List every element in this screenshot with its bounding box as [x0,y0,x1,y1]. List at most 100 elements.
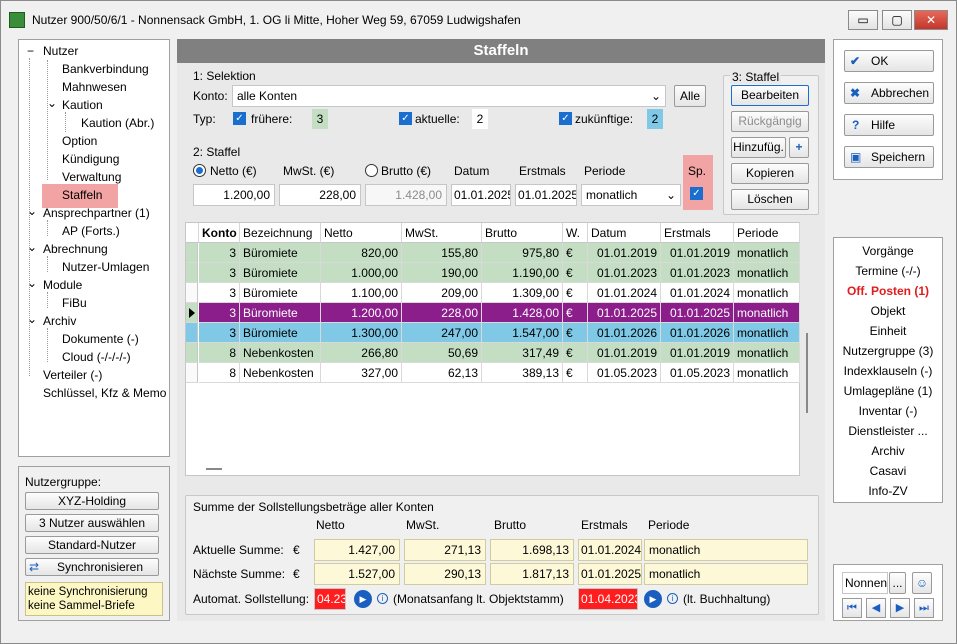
tree-item-schluessel[interactable]: Schlüssel, Kfz & Memo [43,386,166,400]
tree-item-kaution[interactable]: Kaution [62,98,103,112]
tree-item-nutzer-umlagen[interactable]: Nutzer-Umlagen [62,260,149,274]
col-waehrung[interactable]: W. [563,223,588,243]
tree-item-fibu[interactable]: FiBu [62,296,87,310]
col-datum[interactable]: Datum [588,223,661,243]
tree-item-kaution-abr[interactable]: Kaution (Abr.) [81,116,154,130]
col-konto[interactable]: Konto [199,223,240,243]
link-termine[interactable]: Termine (-/-) [834,264,942,278]
info-icon[interactable]: i [667,593,678,604]
standard-user-button[interactable]: Standard-Nutzer [25,536,159,554]
user-icon[interactable]: ☺ [912,572,932,594]
tree-item-staffeln[interactable]: Staffeln [62,188,102,202]
row-selector[interactable] [186,363,198,383]
tree-item-cloud[interactable]: Cloud (-/-/-/-) [62,350,131,364]
abbrechen-button[interactable]: ✖ Abbrechen [844,82,934,104]
col-netto[interactable]: Netto [321,223,402,243]
netto-input[interactable]: 1.200,00 [193,184,275,206]
netto-radio[interactable] [193,164,206,177]
table-row[interactable]: 8 Nebenkosten 327,00 62,13 389,13 €01.05.2023… [186,363,800,383]
tree-expander-module[interactable]: ⌄ [27,276,37,290]
tree-expander-nutzer[interactable]: − [27,44,34,58]
datum-input[interactable]: 01.01.2025 [451,184,511,206]
tree-item-mahnwesen[interactable]: Mahnwesen [62,80,127,94]
link-objekt[interactable]: Objekt [834,304,942,318]
play-icon[interactable]: ▶ [644,590,662,608]
alle-button[interactable]: Alle [674,85,706,107]
select-users-button[interactable]: 3 Nutzer auswählen [25,514,159,532]
col-brutto[interactable]: Brutto [482,223,563,243]
rueckgaengig-button[interactable]: Rückgängig [731,111,809,132]
maximize-button[interactable]: ▢ [882,10,912,30]
link-inventar[interactable]: Inventar (-) [834,404,942,418]
minimize-button[interactable]: ▭ [848,10,878,30]
brutto-radio[interactable] [365,164,378,177]
tree-item-archiv[interactable]: Archiv [43,314,76,328]
link-einheit[interactable]: Einheit [834,324,942,338]
table-row[interactable]: 3 Büromiete 1.100,00 209,00 1.309,00 €01.01.2… [186,283,800,303]
col-bezeichnung[interactable]: Bezeichnung [240,223,321,243]
tree-item-option[interactable]: Option [62,134,97,148]
tree-item-ansprechpartner[interactable]: Ansprechpartner (1) [43,206,150,220]
row-selector[interactable] [186,323,198,343]
tree-item-module[interactable]: Module [43,278,82,292]
link-indexklauseln[interactable]: Indexklauseln (-) [834,364,942,378]
col-periode[interactable]: Periode [734,223,800,243]
ok-button[interactable]: ✔ OK [844,50,934,72]
tree-item-verteiler[interactable]: Verteiler (-) [43,368,102,382]
group-xyz-button[interactable]: XYZ-Holding [25,492,159,510]
aktuelle-checkbox[interactable]: ✓ [399,112,412,125]
erstmals-input[interactable]: 01.01.2025 [515,184,577,206]
tree-item-kuendigung[interactable]: Kündigung [62,152,119,166]
table-row[interactable]: 3 Büromiete 820,00 155,80 975,80 €01.01.2019 0… [186,243,800,263]
col-mwst[interactable]: MwSt. [402,223,482,243]
link-info-zv[interactable]: Info-ZV [834,484,942,498]
tree-expander-abrechnung[interactable]: ⌄ [27,240,37,254]
row-selector[interactable] [186,303,198,323]
speichern-button[interactable]: ▣ Speichern [844,146,934,168]
table-row[interactable]: 3 Büromiete 1.000,00 190,00 1.190,00 €01.01.2… [186,263,800,283]
fruehere-checkbox[interactable]: ✓ [233,112,246,125]
link-nutzergruppe-3[interactable]: Nutzergruppe (3) [834,344,942,358]
row-selector[interactable] [186,263,198,283]
kopieren-button[interactable]: Kopieren [731,163,809,184]
sync-button[interactable]: ⇄ Synchronisieren [25,558,159,576]
horizontal-scrollbar[interactable] [206,468,222,470]
brutto-input[interactable]: 1.428,00 [365,184,447,206]
link-casavi[interactable]: Casavi [834,464,942,478]
loeschen-button[interactable]: Löschen [731,189,809,210]
sp-checkbox[interactable]: ✓ [690,187,703,200]
nav-field[interactable]: Nonnen [842,572,888,594]
mwst-input[interactable]: 228,00 [279,184,361,206]
link-archiv[interactable]: Archiv [834,444,942,458]
vertical-scrollbar[interactable] [806,333,808,413]
tree-expander-kaution[interactable]: ⌄ [47,96,57,110]
table-row[interactable]: 3 Büromiete 1.200,00 228,00 1.428,00 €01.01.2… [186,303,800,323]
info-icon[interactable]: i [377,593,388,604]
tree-item-dokumente[interactable]: Dokumente (-) [62,332,139,346]
table-row[interactable]: 3 Büromiete 1.300,00 247,00 1.547,00 €01.01.2… [186,323,800,343]
hinzufuegen-button[interactable]: Hinzufüg. [731,137,786,158]
first-record-icon[interactable]: ⏮ [842,598,862,618]
add-plus-icon[interactable]: + [789,137,809,158]
prev-record-icon[interactable]: ◀ [866,598,886,618]
row-selector[interactable] [186,243,198,263]
tree-item-verwaltung[interactable]: Verwaltung [62,170,121,184]
last-record-icon[interactable]: ⏭ [914,598,934,618]
nav-more-button[interactable]: ... [889,572,906,594]
link-vorgänge[interactable]: Vorgänge [834,244,942,258]
bearbeiten-button[interactable]: Bearbeiten [731,85,809,106]
col-erstmals[interactable]: Erstmals [661,223,734,243]
play-icon[interactable]: ▶ [354,590,372,608]
tree-expander-archiv[interactable]: ⌄ [27,312,37,326]
zukuenftige-checkbox[interactable]: ✓ [559,112,572,125]
link-umlagepläne-1[interactable]: Umlagepläne (1) [834,384,942,398]
hilfe-button[interactable]: ? Hilfe [844,114,934,136]
link-dienstleister[interactable]: Dienstleister ... [834,424,942,438]
periode-select[interactable]: monatlich ⌄ [581,184,681,206]
next-record-icon[interactable]: ▶ [890,598,910,618]
konto-select[interactable]: alle Konten ⌄ [232,85,666,107]
tree-item-bankverbindung[interactable]: Bankverbindung [62,62,149,76]
close-button[interactable]: ✕ [914,10,948,30]
tree-item-nutzer[interactable]: Nutzer [43,44,78,58]
row-selector[interactable] [186,343,198,363]
